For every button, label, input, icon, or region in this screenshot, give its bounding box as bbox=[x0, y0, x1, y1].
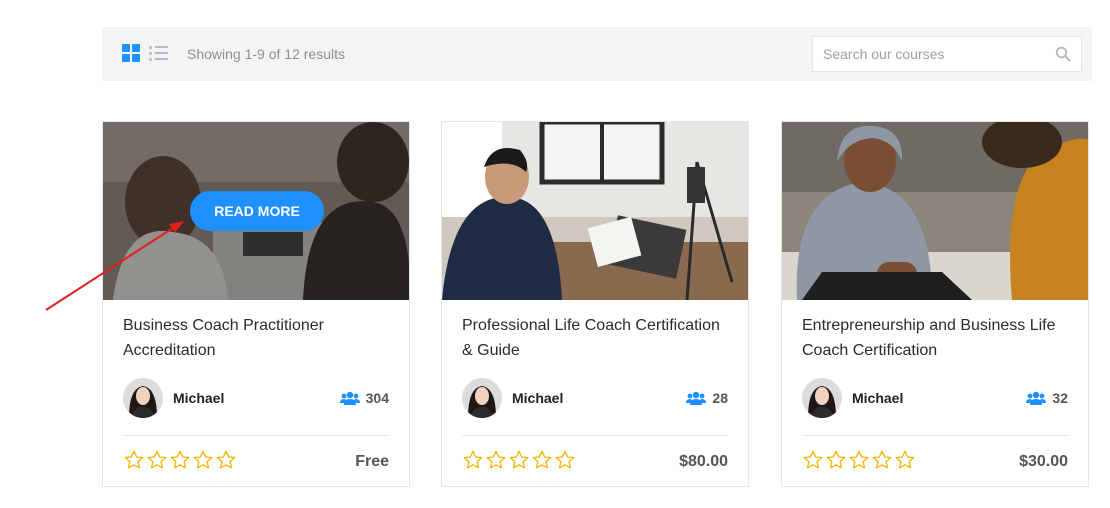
course-card[interactable]: Entrepreneurship and Business Life Coach… bbox=[781, 121, 1089, 487]
star-empty-icon bbox=[170, 450, 190, 469]
student-count-value: 304 bbox=[365, 390, 389, 406]
divider bbox=[462, 435, 728, 436]
star-empty-icon bbox=[555, 450, 575, 469]
search-icon[interactable] bbox=[1055, 46, 1071, 62]
users-icon bbox=[1026, 391, 1047, 405]
course-price: $30.00 bbox=[1019, 453, 1068, 470]
rating-stars bbox=[123, 449, 238, 471]
student-count: 304 bbox=[339, 390, 389, 406]
star-empty-icon bbox=[803, 450, 823, 469]
avatar bbox=[462, 378, 502, 418]
rating-stars bbox=[802, 449, 917, 471]
rating-stars bbox=[462, 449, 577, 471]
course-card[interactable]: READ MORE Business Coach Practitioner Ac… bbox=[102, 121, 410, 487]
read-more-button[interactable]: READ MORE bbox=[190, 191, 324, 231]
grid-view-icon[interactable] bbox=[122, 44, 140, 62]
result-count: Showing 1-9 of 12 results bbox=[187, 46, 345, 62]
author-name[interactable]: Michael bbox=[852, 390, 903, 406]
course-price: $80.00 bbox=[679, 453, 728, 470]
star-empty-icon bbox=[509, 450, 529, 469]
course-title[interactable]: Professional Life Coach Certification & … bbox=[462, 313, 732, 363]
star-empty-icon bbox=[147, 450, 167, 469]
course-price: Free bbox=[355, 453, 389, 470]
star-empty-icon bbox=[895, 450, 915, 469]
student-count-value: 32 bbox=[1052, 390, 1068, 406]
list-view-icon[interactable] bbox=[149, 45, 168, 61]
author-name[interactable]: Michael bbox=[512, 390, 563, 406]
student-count: 32 bbox=[1026, 390, 1068, 406]
divider bbox=[802, 435, 1068, 436]
users-icon bbox=[686, 391, 707, 405]
course-toolbar: Showing 1-9 of 12 results bbox=[102, 27, 1092, 81]
star-empty-icon bbox=[124, 450, 144, 469]
course-title[interactable]: Entrepreneurship and Business Life Coach… bbox=[802, 313, 1072, 363]
star-empty-icon bbox=[463, 450, 483, 469]
course-thumbnail[interactable] bbox=[442, 122, 748, 300]
student-count: 28 bbox=[686, 390, 728, 406]
star-empty-icon bbox=[826, 450, 846, 469]
author-name[interactable]: Michael bbox=[173, 390, 224, 406]
avatar bbox=[802, 378, 842, 418]
course-card[interactable]: Professional Life Coach Certification & … bbox=[441, 121, 749, 487]
star-empty-icon bbox=[193, 450, 213, 469]
search-input[interactable] bbox=[823, 37, 1043, 71]
course-title[interactable]: Business Coach Practitioner Accreditatio… bbox=[123, 313, 393, 363]
users-icon bbox=[339, 391, 360, 405]
star-empty-icon bbox=[216, 450, 236, 469]
search-box bbox=[812, 36, 1082, 72]
student-count-value: 28 bbox=[712, 390, 728, 406]
star-empty-icon bbox=[872, 450, 892, 469]
star-empty-icon bbox=[849, 450, 869, 469]
star-empty-icon bbox=[532, 450, 552, 469]
course-thumbnail[interactable]: READ MORE bbox=[103, 122, 409, 300]
star-empty-icon bbox=[486, 450, 506, 469]
divider bbox=[123, 435, 389, 436]
course-thumbnail[interactable] bbox=[782, 122, 1088, 300]
avatar bbox=[123, 378, 163, 418]
